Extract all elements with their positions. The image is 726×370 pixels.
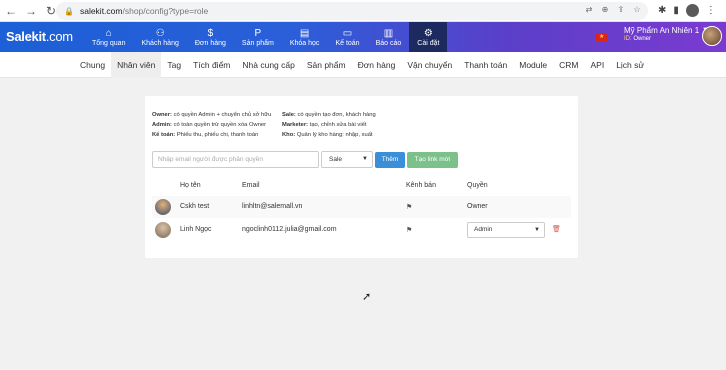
menu-item-khóa-học[interactable]: ▤ Khóa học bbox=[282, 22, 328, 52]
row-name: Linh Ngọc bbox=[180, 226, 212, 233]
app-header: Salekit.com ⌂ Tổng quan ⚇ Khách hàng $ Đơn hà… bbox=[0, 22, 726, 52]
header-permission: Quyền bbox=[467, 182, 488, 189]
tab-3[interactable]: Tích điểm bbox=[187, 52, 236, 78]
trash-icon[interactable]: 🗑 bbox=[552, 225, 561, 233]
tab-9[interactable]: Module bbox=[513, 52, 553, 78]
avatar bbox=[155, 199, 171, 215]
tab-2[interactable]: Tag bbox=[161, 52, 187, 78]
vietnam-flag-icon[interactable] bbox=[596, 33, 608, 42]
sidepanel-icon[interactable]: ▮ bbox=[673, 5, 679, 16]
table-row: Linh Ngọc ngoclinh0112.julia@gmail.com ⚑… bbox=[152, 219, 571, 241]
avatar bbox=[155, 222, 171, 238]
tab-12[interactable]: Lịch sử bbox=[610, 52, 650, 78]
back-icon[interactable]: ← bbox=[2, 2, 20, 20]
chevron-down-icon: ▼ bbox=[362, 156, 368, 162]
row-email: ngoclinh0112.julia@gmail.com bbox=[242, 226, 337, 233]
profile-avatar[interactable] bbox=[685, 4, 699, 17]
user-id-label: ID: bbox=[624, 35, 632, 42]
menu-icon[interactable]: ⋮ bbox=[706, 5, 716, 16]
role-descriptions-right: Sale: có quyền tạo đơn, khách hàng Marke… bbox=[282, 112, 376, 138]
orders-icon: $ bbox=[207, 27, 214, 39]
flag-icon[interactable]: ⚑ bbox=[406, 203, 412, 211]
header-email: Email bbox=[242, 182, 260, 189]
menu-item-label: Báo cáo bbox=[375, 39, 402, 47]
menu-item-khách-hàng[interactable]: ⚇ Khách hàng bbox=[133, 22, 186, 52]
forward-icon[interactable]: → bbox=[22, 2, 40, 20]
customers-icon: ⚇ bbox=[155, 27, 165, 39]
chevron-down-icon: ▼ bbox=[534, 227, 540, 233]
tab-0[interactable]: Chung bbox=[74, 52, 111, 78]
address-bar[interactable]: 🔒 salekit.com/shop/config?type=role ⇄ ⊕ … bbox=[56, 2, 648, 20]
table-row: Cskh test linhltn@salemall.vn ⚑ Owner bbox=[152, 196, 571, 218]
share-icon[interactable]: ⇪ bbox=[616, 5, 626, 14]
salekit-logo[interactable]: Salekit.com bbox=[6, 29, 73, 44]
tab-6[interactable]: Đơn hàng bbox=[352, 52, 402, 78]
mouse-cursor-icon: ➚ bbox=[362, 291, 372, 303]
menu-item-label: Tổng quan bbox=[92, 39, 126, 47]
role-select[interactable]: Sale ▼ bbox=[321, 151, 373, 168]
menu-item-sản-phẩm[interactable]: P Sản phẩm bbox=[234, 22, 282, 52]
tab-11[interactable]: API bbox=[584, 52, 610, 78]
tab-1[interactable]: Nhân viên bbox=[111, 51, 162, 78]
user-name: Mỹ Phẩm An Nhiên 1 bbox=[624, 25, 700, 35]
tab-5[interactable]: Sản phẩm bbox=[301, 52, 352, 78]
permission-select[interactable]: Admin ▼ bbox=[467, 222, 545, 238]
accounting-icon: ▭ bbox=[342, 27, 353, 39]
menu-item-label: Khách hàng bbox=[141, 39, 179, 47]
courses-icon: ▤ bbox=[299, 27, 310, 39]
menu-item-label: Khóa học bbox=[289, 39, 320, 47]
user-area[interactable]: Mỹ Phẩm An Nhiên 1▼ ID: Owner bbox=[596, 25, 708, 42]
menu-item-label: Đơn hàng bbox=[194, 39, 226, 47]
header-name: Họ tên bbox=[180, 182, 201, 189]
reports-icon: ▥ bbox=[383, 27, 394, 39]
lock-icon: 🔒 bbox=[64, 6, 74, 16]
role-descriptions-left: Owner: có quyền Admin + chuyển chủ sở hữ… bbox=[152, 112, 272, 138]
create-invite-link-button[interactable]: Tạo link mời bbox=[407, 152, 458, 168]
tab-4[interactable]: Nhà cung cấp bbox=[236, 52, 300, 78]
menu-item-label: Kế toán bbox=[335, 39, 360, 47]
avatar[interactable] bbox=[702, 26, 722, 46]
row-email: linhltn@salemall.vn bbox=[242, 203, 303, 210]
add-button[interactable]: Thêm bbox=[375, 152, 405, 168]
email-input[interactable]: Nhập email người được phân quyền bbox=[152, 151, 319, 168]
menu-item-báo-cáo[interactable]: ▥ Báo cáo bbox=[368, 22, 410, 52]
menu-item-kế-toán[interactable]: ▭ Kế toán bbox=[327, 22, 367, 52]
tab-8[interactable]: Thanh toán bbox=[458, 52, 513, 78]
home-icon: ⌂ bbox=[105, 27, 112, 39]
tab-7[interactable]: Vận chuyển bbox=[401, 52, 458, 78]
menu-item-label: Sản phẩm bbox=[241, 39, 274, 47]
flag-icon[interactable]: ⚑ bbox=[406, 226, 412, 234]
star-icon[interactable]: ☆ bbox=[632, 5, 642, 14]
zoom-icon[interactable]: ⊕ bbox=[600, 5, 610, 14]
url-text: salekit.com/shop/config?type=role bbox=[79, 6, 209, 16]
menu-item-label: Cài đặt bbox=[417, 39, 440, 47]
translate-icon[interactable]: ⇄ bbox=[584, 5, 594, 14]
row-name: Cskh test bbox=[180, 203, 210, 210]
menu-item-cài-đặt[interactable]: ⚙ Cài đặt bbox=[409, 22, 448, 52]
menu-item-tổng-quan[interactable]: ⌂ Tổng quan bbox=[84, 22, 133, 52]
settings-tabs: Chung Nhân viên Tag Tích điểm Nhà cung cấp Sả… bbox=[0, 51, 726, 78]
header-channel: Kênh bán bbox=[406, 182, 436, 189]
staff-card: Owner: có quyền Admin + chuyển chủ sở hữ… bbox=[145, 96, 578, 258]
extensions-icon[interactable]: ✱ bbox=[658, 5, 666, 16]
browser-toolbar: ← → ↻ 🔒 salekit.com/shop/config?type=rol… bbox=[0, 0, 726, 22]
products-icon: P bbox=[254, 27, 262, 39]
row-permission: Owner bbox=[467, 203, 488, 210]
user-role: Owner bbox=[633, 35, 652, 42]
main-menu: ⌂ Tổng quan ⚇ Khách hàng $ Đơn hàng P Sản phẩm ▤… bbox=[84, 22, 448, 52]
menu-item-đơn-hàng[interactable]: $ Đơn hàng bbox=[187, 22, 234, 52]
tab-10[interactable]: CRM bbox=[553, 52, 584, 78]
gear-icon: ⚙ bbox=[423, 27, 433, 39]
